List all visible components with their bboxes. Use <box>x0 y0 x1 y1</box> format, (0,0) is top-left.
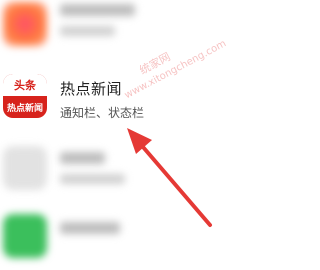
list-item-blurred-app[interactable] <box>0 0 320 50</box>
app-name-blurred <box>60 152 105 164</box>
app-subtitle-blurred <box>60 174 125 184</box>
icon-top-text: 头条 <box>3 74 47 96</box>
list-item-blurred-app[interactable] <box>0 140 320 202</box>
app-name-blurred <box>60 4 135 16</box>
icon-bottom-text: 热点新闻 <box>6 103 43 114</box>
app-subtitle-blurred <box>60 26 115 36</box>
app-notification-subtitle: 通知栏、状态栏 <box>60 106 145 120</box>
app-name: 热点新闻 <box>60 80 123 98</box>
toutiao-app-icon: 头条 热点新闻 <box>3 74 47 118</box>
notification-app-list: 头条 热点新闻 热点新闻 通知栏、状态栏 <box>0 0 320 258</box>
app-icon <box>3 214 47 258</box>
app-name-blurred <box>60 222 120 234</box>
app-icon <box>3 2 47 46</box>
list-item-blurred-app[interactable] <box>0 208 320 270</box>
app-icon <box>3 146 47 190</box>
list-item-hot-news[interactable]: 头条 热点新闻 热点新闻 通知栏、状态栏 <box>0 68 320 130</box>
